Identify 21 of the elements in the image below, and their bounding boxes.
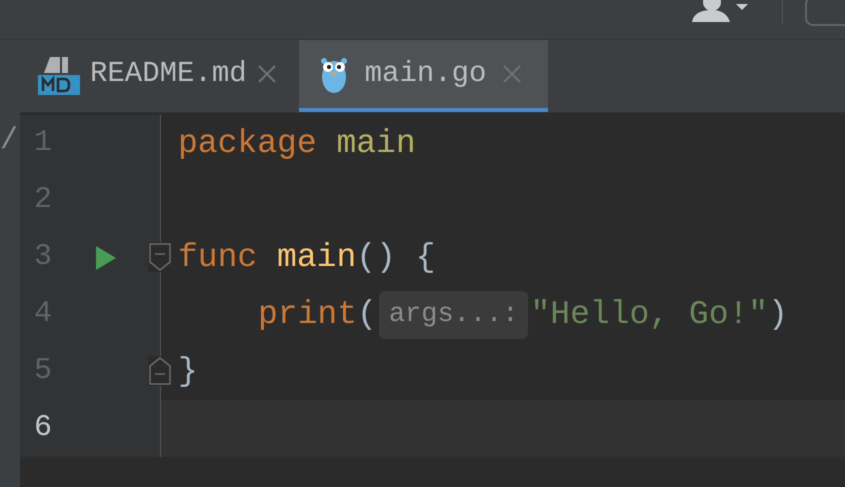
toolbar-widget[interactable]	[805, 0, 845, 26]
punctuation: () {	[356, 238, 436, 278]
line-number: 6	[34, 410, 54, 447]
editor-tab[interactable]: README.md	[20, 40, 299, 112]
fold-icon[interactable]	[148, 356, 172, 386]
keyword: package	[178, 124, 318, 164]
editor-tab[interactable]: main.go	[298, 40, 548, 112]
close-icon[interactable]	[256, 64, 277, 84]
punctuation: )	[768, 294, 788, 335]
punctuation: (	[357, 294, 377, 335]
package-name: main	[336, 124, 416, 164]
close-icon[interactable]	[502, 64, 522, 84]
punctuation: }	[178, 352, 198, 392]
function-name: main	[277, 238, 356, 278]
fold-icon[interactable]	[148, 242, 172, 272]
builtin-name: print	[258, 294, 358, 335]
side-panel-text: /	[0, 123, 20, 160]
run-icon[interactable]	[96, 246, 116, 270]
keyword: func	[178, 238, 258, 278]
parameter-hint: args...:	[378, 290, 528, 338]
string-literal: "Hello, Go!"	[530, 294, 768, 335]
